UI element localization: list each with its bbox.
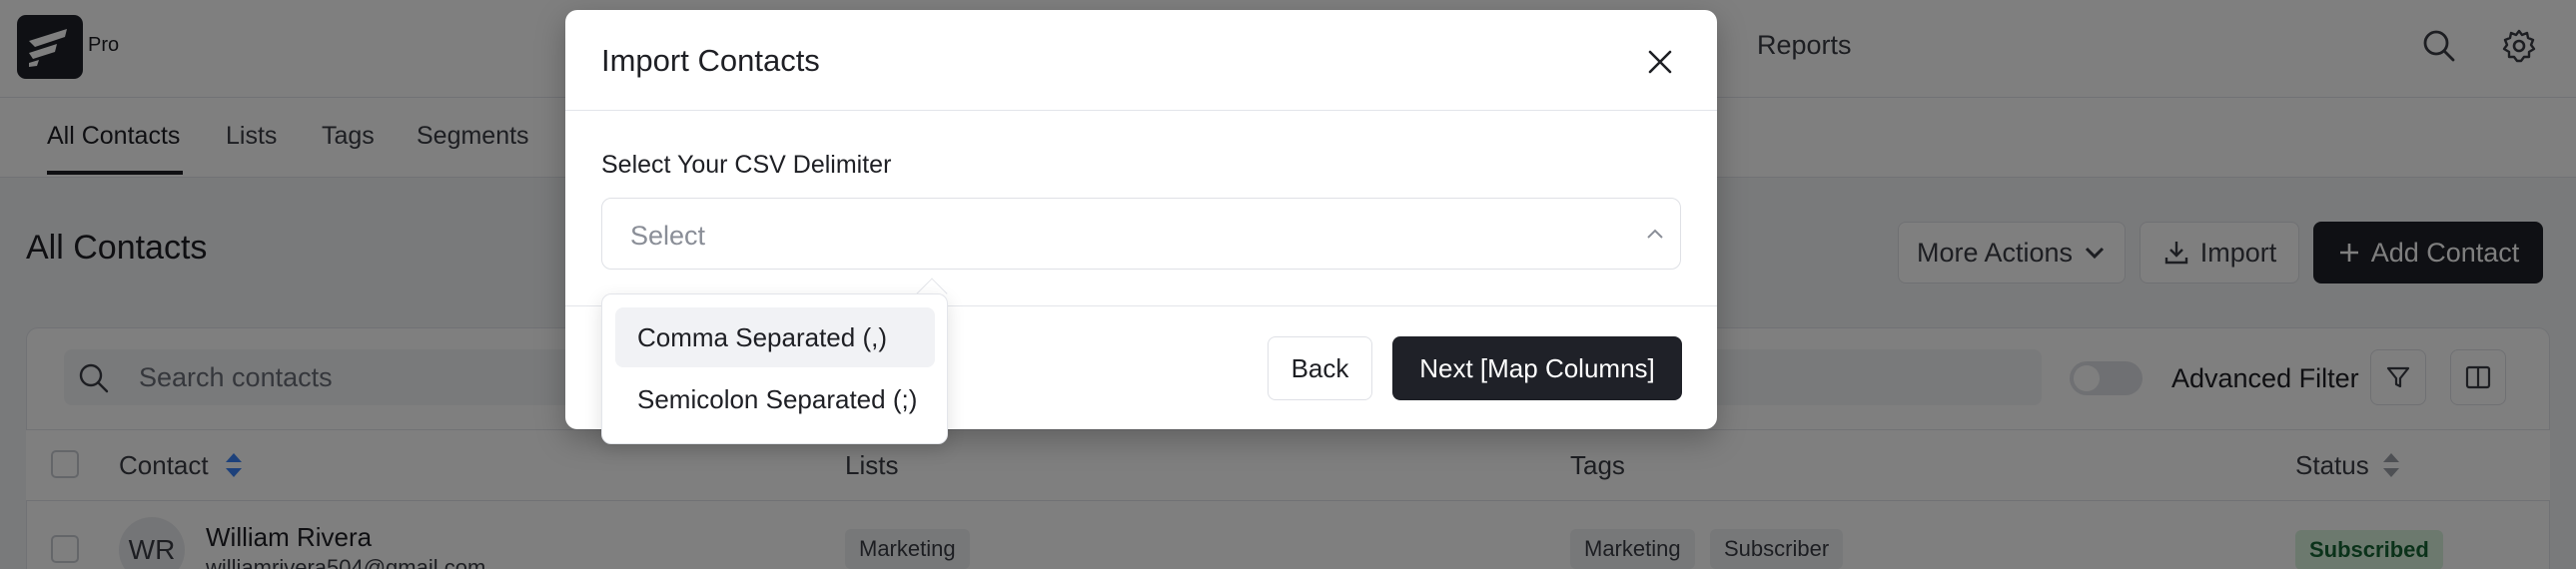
- delimiter-dropdown-menu: Comma Separated (,) Semicolon Separated …: [601, 293, 948, 444]
- delimiter-select[interactable]: Select: [601, 198, 1681, 270]
- delimiter-field-label: Select Your CSV Delimiter: [601, 151, 892, 179]
- select-placeholder: Select: [630, 221, 706, 251]
- chevron-up-icon: [1647, 229, 1663, 239]
- option-semicolon-separated[interactable]: Semicolon Separated (;): [615, 369, 935, 429]
- option-comma-separated[interactable]: Comma Separated (,): [615, 307, 935, 367]
- close-icon: [1648, 50, 1672, 74]
- next-map-columns-button[interactable]: Next [Map Columns]: [1392, 336, 1682, 400]
- modal-title: Import Contacts: [601, 43, 820, 78]
- close-button[interactable]: [1640, 42, 1680, 82]
- back-button[interactable]: Back: [1268, 336, 1372, 400]
- modal-header: Import Contacts: [565, 10, 1717, 111]
